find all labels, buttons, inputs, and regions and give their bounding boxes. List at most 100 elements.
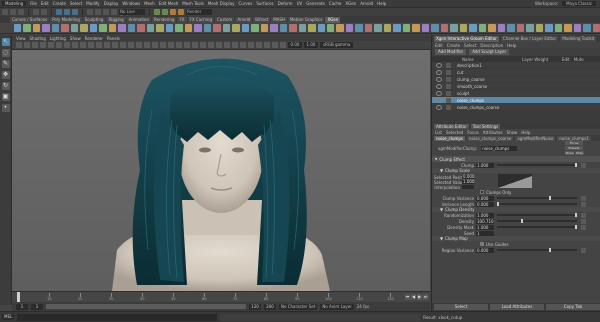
viewport-toolbar-icon[interactable] — [160, 42, 166, 48]
render-settings-icon[interactable] — [170, 9, 176, 15]
viewport-toolbar-icon[interactable] — [112, 42, 118, 48]
map-button-icon[interactable] — [581, 162, 586, 168]
menu-deform[interactable]: Deform — [278, 1, 293, 6]
region-variance-field[interactable]: 0.000 — [476, 247, 494, 253]
slider-knob[interactable] — [575, 163, 577, 167]
region-variance-slider[interactable] — [497, 248, 577, 252]
snap-curve-icon[interactable] — [95, 9, 101, 15]
clump-field[interactable]: 1.000 — [476, 162, 494, 168]
viewport-toolbar-icon[interactable] — [216, 42, 222, 48]
viewport-persp[interactable] — [12, 50, 430, 291]
lasso-tool-icon[interactable]: ◌ — [1, 49, 10, 57]
menu-help[interactable]: Help — [377, 1, 386, 6]
show-button[interactable]: Show — [565, 151, 574, 155]
select-tool-icon[interactable]: ↖ — [1, 38, 10, 46]
menu-mesh[interactable]: Mesh — [144, 1, 155, 6]
ae-menu-focus[interactable]: Focus — [467, 130, 478, 135]
tab-xgen-groom-editor[interactable]: Xgen Interactive Groom Editor — [434, 35, 499, 42]
new-scene-icon[interactable] — [2, 9, 8, 15]
shelf-tool-icon[interactable] — [127, 24, 136, 32]
map-button-icon[interactable] — [581, 247, 586, 253]
shelf-tab-xgen[interactable]: XGen — [325, 16, 341, 23]
shelf-tool-icon[interactable] — [488, 24, 496, 32]
clump-variance-slider[interactable] — [497, 196, 577, 200]
seed-field[interactable]: 1 — [476, 230, 494, 236]
paint-select-icon[interactable]: ✎ — [1, 60, 10, 68]
viewport-toolbar-icon[interactable] — [96, 42, 102, 48]
shelf-tool-icon[interactable] — [165, 24, 174, 32]
shelf-tool-icon[interactable] — [440, 24, 449, 32]
shelf-tool-icon[interactable] — [535, 24, 544, 32]
node-tab[interactable]: xgmModifierNoise — [515, 135, 556, 141]
save-scene-icon[interactable] — [18, 9, 24, 15]
density-slider[interactable] — [497, 219, 577, 223]
shelf-tool-icon[interactable] — [108, 24, 117, 32]
menu-curves[interactable]: Curves — [238, 1, 252, 6]
node-tab[interactable]: noise_clumps — [434, 135, 466, 141]
slider-knob[interactable] — [575, 213, 577, 217]
shelf-tool-icon[interactable] — [478, 24, 487, 32]
groom-menu-edit[interactable]: Edit — [435, 43, 443, 48]
animation-start-field[interactable]: 1 — [16, 303, 28, 310]
shelf-tab[interactable]: Rendering — [152, 16, 177, 23]
slider-knob[interactable] — [521, 219, 523, 223]
layer-row[interactable]: description1 — [432, 62, 600, 69]
viewport-toolbar-icon[interactable] — [32, 42, 38, 48]
shelf-tool-icon[interactable] — [175, 24, 183, 32]
viewport-toolbar-icon[interactable] — [16, 42, 22, 48]
shelf-tool-icon[interactable] — [573, 24, 582, 32]
variance-length-slider[interactable] — [497, 202, 577, 206]
redo-icon[interactable] — [41, 9, 47, 15]
presets-button[interactable]: Presets — [565, 146, 583, 150]
shelf-tab[interactable]: Poly Modeling — [50, 16, 82, 23]
shelf-tool-icon[interactable] — [554, 24, 563, 32]
shelf-tab[interactable]: Arnold — [235, 16, 253, 23]
layer-row[interactable]: sculpt — [432, 90, 600, 97]
shelf-tool-icon[interactable] — [308, 24, 316, 32]
menu-windows[interactable]: Windows — [122, 1, 140, 6]
shelf-tool-icon[interactable] — [260, 24, 269, 32]
shelf-tool-icon[interactable] — [526, 24, 534, 32]
groom-menu-select[interactable]: Select — [464, 43, 476, 48]
layer-row[interactable]: cut — [432, 69, 600, 76]
shelf-tool-icon[interactable] — [241, 24, 250, 32]
shelf-tool-icon[interactable] — [412, 24, 420, 32]
viewport-toolbar-icon[interactable] — [72, 42, 78, 48]
shelf-tool-icon[interactable] — [70, 24, 79, 32]
render-icon[interactable] — [154, 9, 160, 15]
ae-menu-help[interactable]: Help — [521, 130, 530, 135]
ae-menu-selected[interactable]: Selected — [446, 130, 463, 135]
shelf-tool-icon[interactable] — [364, 24, 373, 32]
rotate-tool-icon[interactable]: ↻ — [1, 82, 10, 90]
play-icon[interactable]: ▶ — [417, 294, 422, 300]
viewport-menu-shading[interactable]: Shading — [30, 36, 46, 41]
shelf-tool-icon[interactable] — [137, 24, 145, 32]
playback-end-field[interactable]: 120 — [249, 303, 261, 310]
character-set-dropdown[interactable]: No Character Set — [279, 303, 318, 310]
menu-create[interactable]: Create — [53, 1, 66, 6]
shelf-tab[interactable]: Bifrost — [253, 16, 271, 23]
range-bar[interactable] — [46, 304, 246, 309]
snap-grid-icon[interactable] — [87, 9, 93, 15]
shelf-tool-icon[interactable] — [203, 24, 212, 32]
shelf-tool-icon[interactable] — [497, 24, 506, 32]
shelf-tab[interactable]: Rigging — [106, 16, 126, 23]
viewport-toolbar-icon[interactable] — [248, 42, 254, 48]
add-sculpt-layer-button[interactable]: Add Sculpt Layer — [469, 49, 510, 55]
visibility-eye-icon[interactable] — [436, 62, 442, 68]
menu-cache[interactable]: Cache — [329, 1, 341, 6]
shelf-tool-icon[interactable] — [80, 24, 88, 32]
load-attributes-button[interactable]: Load Attributes — [490, 304, 544, 310]
shelf-tool-icon[interactable] — [99, 24, 107, 32]
last-tool-icon[interactable]: • — [1, 104, 10, 112]
step-back-icon[interactable]: ◀ — [411, 294, 416, 300]
shelf-tool-icon[interactable] — [326, 24, 335, 32]
shelf-tool-icon[interactable] — [450, 24, 458, 32]
move-tool-icon[interactable]: ✥ — [1, 71, 10, 79]
shelf-tool-icon[interactable] — [564, 24, 572, 32]
workspace-dropdown[interactable]: Maya Classic — [562, 1, 596, 6]
shelf-tool-icon[interactable] — [317, 24, 325, 32]
viewport-toolbar-icon[interactable] — [232, 42, 238, 48]
visibility-eye-icon[interactable] — [436, 90, 442, 96]
slider-knob[interactable] — [497, 202, 499, 206]
